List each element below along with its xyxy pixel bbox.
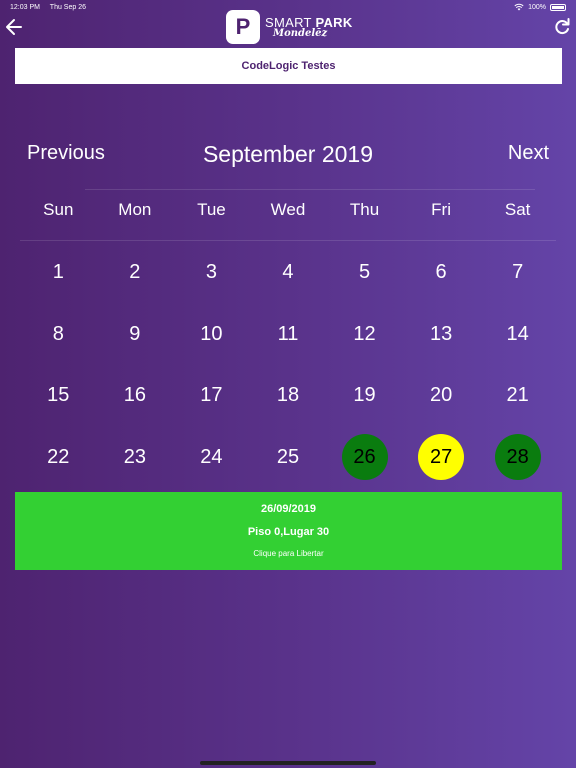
calendar-day-cell: 3 <box>173 242 250 304</box>
calendar-day[interactable]: 17 <box>188 373 234 419</box>
reservation-date: 26/09/2019 <box>260 503 317 515</box>
calendar-day-cell: 5 <box>326 242 403 304</box>
calendar-day-cell: 7 <box>479 242 556 304</box>
calendar-day-cell: 11 <box>250 304 327 366</box>
calendar-day-cell: 20 <box>403 365 480 427</box>
refresh-button[interactable] <box>552 16 572 38</box>
calendar-day-cell: 8 <box>20 304 97 366</box>
release-link[interactable]: Clique para Libertar <box>15 549 562 558</box>
calendar-day-cell: 1 <box>20 242 97 304</box>
calendar-day-cell: 23 <box>97 427 174 489</box>
weekday-label: Thu <box>349 200 380 219</box>
calendar-day[interactable]: 23 <box>112 434 158 480</box>
logo-title: SMART PARK <box>265 14 353 30</box>
calendar-week: 8 9 10 11 12 13 14 <box>20 304 556 366</box>
weekday-label: Sun <box>43 200 74 219</box>
calendar-day[interactable]: 16 <box>112 373 158 419</box>
weekday-label: Sat <box>504 200 531 219</box>
calendar-day[interactable]: 10 <box>188 311 234 357</box>
calendar-day[interactable]: 18 <box>265 373 311 419</box>
calendar-day[interactable]: 20 <box>418 373 464 419</box>
calendar-day[interactable]: 9 <box>112 311 158 357</box>
month-navigation: September 2019 Previous Next <box>0 138 576 172</box>
reservation-card[interactable]: 26/09/2019 Piso 0,Lugar 30 Clique para L… <box>15 492 562 570</box>
calendar-day[interactable]: 7 <box>495 250 541 296</box>
calendar-day[interactable]: 14 <box>495 311 541 357</box>
previous-month-button[interactable]: Previous <box>27 142 105 165</box>
calendar-day[interactable]: 19 <box>342 373 388 419</box>
calendar-divider-weekdays <box>20 240 556 241</box>
calendar-grid: 1 2 3 4 5 6 7 8 9 10 11 12 13 14 15 16 17 18 19 20 21 22 23 24 2… <box>20 242 556 488</box>
weekday-label: Tue <box>197 200 226 219</box>
calendar-day-cell: 17 <box>173 365 250 427</box>
calendar-day-cell: 4 <box>250 242 327 304</box>
app-header: P SMART PARK Mondelēz <box>0 10 576 46</box>
weekday-header: Sun Mon Tue Wed Thu Fri Sat <box>20 200 556 230</box>
weekday-label: Mon <box>118 200 152 219</box>
weekday-label: Fri <box>431 200 451 219</box>
refresh-icon <box>555 18 570 35</box>
calendar-day-cell: 26 <box>326 427 403 489</box>
calendar-day-today[interactable]: 27 <box>418 434 465 481</box>
calendar-week: 1234567 <box>20 242 556 304</box>
arrow-left-icon <box>6 19 22 35</box>
calendar-day-cell: 25 <box>250 427 327 489</box>
calendar-day[interactable]: 4 <box>265 250 311 296</box>
calendar-day[interactable]: 2 <box>112 250 158 296</box>
reservation-place: Piso 0,Lugar 30 <box>247 526 330 538</box>
calendar-day[interactable]: 15 <box>35 373 81 419</box>
calendar-day[interactable]: 11 <box>265 311 311 357</box>
calendar-day[interactable]: 5 <box>342 250 388 296</box>
calendar-day-booked[interactable]: 28 <box>494 434 541 481</box>
calendar-week: 15 16 17 18 19 20 21 <box>20 365 556 427</box>
calendar-day-cell: 19 <box>326 365 403 427</box>
calendar-day-cell: 6 <box>403 242 480 304</box>
calendar-day-cell: 9 <box>97 304 174 366</box>
calendar-day[interactable]: 22 <box>35 434 81 480</box>
calendar-day[interactable]: 25 <box>265 434 311 480</box>
calendar-day-cell: 24 <box>173 427 250 489</box>
calendar-week: 22 23 24 25 26 27 28 <box>20 427 556 489</box>
calendar-day[interactable]: 3 <box>188 250 234 296</box>
next-month-button[interactable]: Next <box>508 142 549 165</box>
calendar-day-cell: 15 <box>20 365 97 427</box>
calendar-divider-top <box>85 189 535 190</box>
calendar-day-cell: 16 <box>97 365 174 427</box>
logo-badge: P <box>226 10 260 44</box>
user-name-bar: CodeLogic Testes <box>15 48 562 84</box>
calendar-day[interactable]: 21 <box>495 373 541 419</box>
calendar-day-cell: 2 <box>97 242 174 304</box>
weekday-label: Wed <box>270 200 306 219</box>
logo-brand: Mondelēz <box>273 27 328 39</box>
calendar-day[interactable]: 24 <box>188 434 234 480</box>
calendar-day-cell: 21 <box>479 365 556 427</box>
calendar-day-cell: 18 <box>250 365 327 427</box>
calendar-day-cell: 22 <box>20 427 97 489</box>
calendar-day-cell: 14 <box>479 304 556 366</box>
logo-text: SMART PARK Mondelēz <box>265 16 353 39</box>
calendar-day-booked[interactable]: 26 <box>341 434 388 481</box>
calendar-day[interactable]: 6 <box>418 250 464 296</box>
calendar-day[interactable]: 12 <box>342 311 388 357</box>
calendar-day-cell: 27 <box>403 427 480 489</box>
smart-park-logo: P SMART PARK Mondelēz <box>226 10 353 44</box>
calendar-day[interactable]: 8 <box>35 311 81 357</box>
calendar-day-cell: 28 <box>479 427 556 489</box>
calendar-day-cell: 13 <box>403 304 480 366</box>
calendar-day[interactable]: 1 <box>35 250 81 296</box>
calendar-day-cell: 10 <box>173 304 250 366</box>
home-indicator <box>200 761 376 765</box>
back-button[interactable] <box>4 16 24 38</box>
calendar-day[interactable]: 13 <box>418 311 464 357</box>
calendar-day-cell: 12 <box>326 304 403 366</box>
